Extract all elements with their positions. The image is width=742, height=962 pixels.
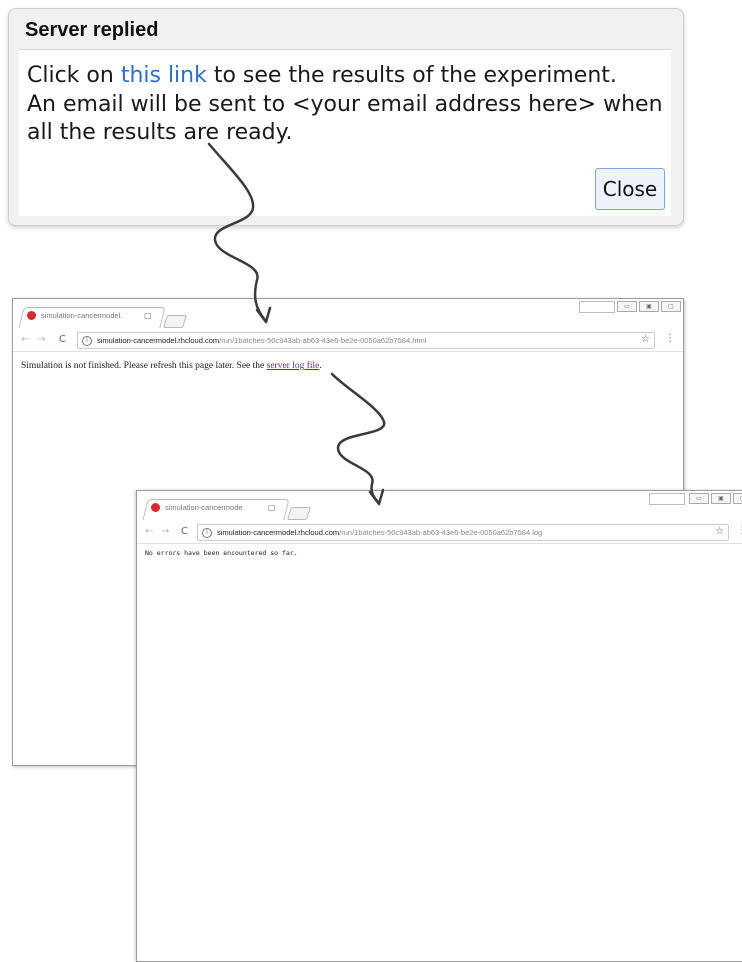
message-suffix: to see the results of the experiment. bbox=[206, 63, 617, 88]
minimize-icon[interactable]: ▭ bbox=[617, 301, 637, 312]
status-text: Simulation is not finished. Please refre… bbox=[21, 361, 267, 371]
server-log-link[interactable]: server log file bbox=[267, 361, 320, 371]
browser-toolbar: ← → C i simulation-cancermodel.rhcloud.c… bbox=[137, 521, 742, 544]
close-button[interactable]: Close bbox=[595, 168, 665, 210]
window-close-icon[interactable]: ▢ bbox=[733, 493, 742, 504]
browser-window-log: simulation-cancermode ▢ ▭ ▣ ▢ ← → C i si… bbox=[136, 490, 742, 962]
minimize-icon[interactable]: ▭ bbox=[689, 493, 709, 504]
tab-close-icon[interactable]: ▢ bbox=[144, 311, 152, 320]
tab-strip: simulation-cancermodel. ▢ ▭ ▣ ▢ bbox=[13, 299, 683, 329]
server-reply-dialog: Server replied Click on this link to see… bbox=[8, 8, 684, 226]
reload-icon[interactable]: C bbox=[181, 526, 188, 537]
maximize-icon[interactable]: ▣ bbox=[639, 301, 659, 312]
window-close-icon[interactable]: ▢ bbox=[661, 301, 681, 312]
address-bar[interactable]: i simulation-cancermodel.rhcloud.com/run… bbox=[77, 332, 655, 349]
favicon-icon bbox=[27, 311, 36, 320]
message-line-2: An email will be sent to <your email add… bbox=[27, 91, 663, 117]
profile-button[interactable] bbox=[649, 493, 685, 505]
page-content: Simulation is not finished. Please refre… bbox=[21, 361, 322, 371]
back-icon[interactable]: ← bbox=[21, 334, 29, 345]
tab-title: simulation-cancermodel. bbox=[41, 311, 123, 320]
reload-icon[interactable]: C bbox=[59, 334, 66, 345]
browser-menu-icon[interactable]: ⋮ bbox=[665, 333, 675, 344]
tab-content: simulation-cancermode ▢ bbox=[151, 503, 276, 512]
info-icon[interactable]: i bbox=[82, 335, 92, 346]
tab-title: simulation-cancermode bbox=[165, 503, 243, 512]
tab-close-icon[interactable]: ▢ bbox=[268, 503, 276, 512]
results-link[interactable]: this link bbox=[121, 63, 207, 88]
new-tab-button[interactable] bbox=[162, 315, 188, 328]
url-text: simulation-cancermodel.rhcloud.com/run/1… bbox=[217, 528, 542, 537]
back-icon[interactable]: ← bbox=[145, 526, 153, 537]
squiggle-arrow-2-path bbox=[330, 372, 386, 504]
maximize-icon[interactable]: ▣ bbox=[711, 493, 731, 504]
bookmark-star-icon[interactable]: ☆ bbox=[641, 334, 650, 345]
squiggle-arrow-2 bbox=[330, 372, 386, 506]
dialog-body: Click on this link to see the results of… bbox=[19, 49, 671, 216]
tab-content: simulation-cancermodel. ▢ bbox=[27, 311, 152, 320]
profile-button[interactable] bbox=[579, 301, 615, 313]
message-prefix: Click on bbox=[27, 63, 121, 88]
url-text: simulation-cancermodel.rhcloud.com/run/1… bbox=[97, 336, 426, 345]
log-content: No errors have been encountered so far. bbox=[145, 549, 298, 557]
dialog-title: Server replied bbox=[25, 19, 159, 41]
url-host: simulation-cancermodel.rhcloud.com bbox=[97, 336, 220, 345]
url-host: simulation-cancermodel.rhcloud.com bbox=[217, 528, 340, 537]
bookmark-star-icon[interactable]: ☆ bbox=[715, 526, 724, 537]
url-path: /run/1batches-50c943ab-ab63-43e6-be2e-00… bbox=[219, 336, 427, 345]
window-controls: ▭ ▣ ▢ bbox=[617, 301, 681, 312]
squiggle-arrow-1 bbox=[207, 142, 272, 324]
address-bar[interactable]: i simulation-cancermodel.rhcloud.com/run… bbox=[197, 524, 729, 541]
window-controls: ▭ ▣ ▢ bbox=[689, 493, 742, 504]
info-icon[interactable]: i bbox=[202, 527, 212, 538]
forward-icon[interactable]: → bbox=[161, 526, 169, 537]
forward-icon[interactable]: → bbox=[37, 334, 45, 345]
url-path: /run/1batches-50c943ab-ab63-43e6-be2e-00… bbox=[339, 528, 543, 537]
browser-menu-icon[interactable]: ⋮ bbox=[737, 525, 742, 536]
tab-strip: simulation-cancermode ▢ ▭ ▣ ▢ bbox=[137, 491, 742, 521]
favicon-icon bbox=[151, 503, 160, 512]
squiggle-arrow-1-path bbox=[207, 142, 267, 322]
new-tab-button[interactable] bbox=[286, 507, 312, 520]
dialog-message: Click on this link to see the results of… bbox=[27, 62, 667, 148]
browser-toolbar: ← → C i simulation-cancermodel.rhcloud.c… bbox=[13, 329, 683, 352]
